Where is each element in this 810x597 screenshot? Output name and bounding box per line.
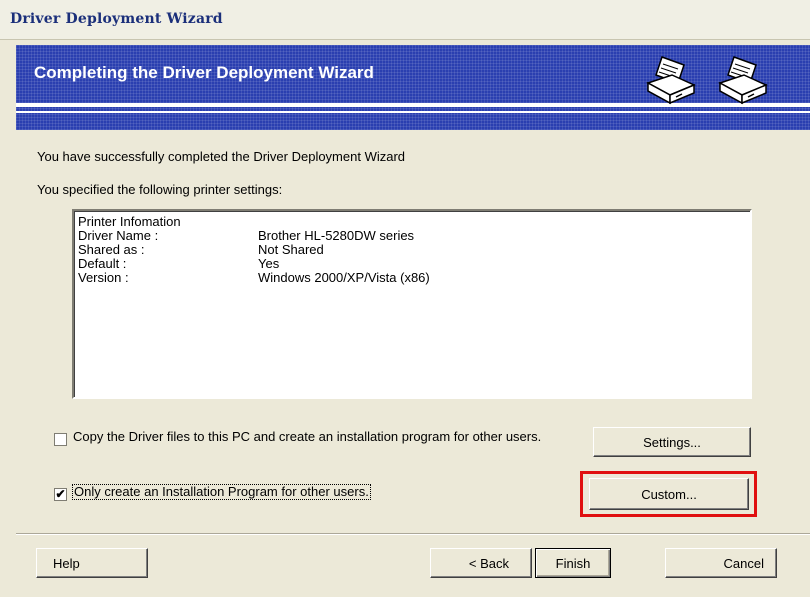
window-title: Driver Deployment Wizard [10,11,223,27]
info-label: Shared as : [78,242,145,257]
info-row: Driver Name : Brother HL-5280DW series [78,229,746,243]
footer-divider [16,534,810,535]
printer-info-box[interactable]: Printer Infomation Driver Name : Brother… [72,209,752,399]
copy-files-checkbox[interactable] [54,433,67,446]
info-row: Version : Windows 2000/XP/Vista (x86) [78,271,746,285]
info-label: Version : [78,270,129,285]
info-row: Default : Yes [78,257,746,271]
printer-info-header: Printer Infomation [78,214,181,229]
custom-button[interactable]: Custom... [589,478,749,510]
info-value: Windows 2000/XP/Vista (x86) [258,270,430,285]
info-value: Yes [258,256,280,271]
printer-icon [716,53,770,105]
copy-files-option[interactable]: Copy the Driver files to this PC and cre… [54,430,554,446]
info-label: Driver Name : [78,228,159,243]
info-label: Default : [78,256,127,271]
info-value: Not Shared [258,242,324,257]
printer-icon [644,53,698,105]
settings-intro: You specified the following printer sett… [37,182,283,197]
help-button[interactable]: Help [36,548,148,578]
wizard-banner: Completing the Driver Deployment Wizard [16,45,810,130]
only-install-label[interactable]: Only create an Installation Program for … [72,484,371,500]
success-message: You have successfully completed the Driv… [37,149,406,164]
only-install-checkbox[interactable]: ✔ [54,488,67,501]
info-value: Brother HL-5280DW series [258,228,415,243]
banner-stripe [16,111,810,113]
info-row: Shared as : Not Shared [78,243,746,257]
copy-files-label[interactable]: Copy the Driver files to this PC and cre… [73,430,541,444]
finish-button[interactable]: Finish [535,548,611,578]
cancel-button[interactable]: Cancel [665,548,777,578]
wizard-content: You have successfully completed the Driv… [16,130,810,516]
title-bar: Driver Deployment Wizard [0,0,810,40]
back-button[interactable]: < Back [430,548,532,578]
only-install-option[interactable]: ✔ Only create an Installation Program fo… [54,484,371,501]
settings-button[interactable]: Settings... [593,427,751,457]
banner-title: Completing the Driver Deployment Wizard [34,63,374,82]
